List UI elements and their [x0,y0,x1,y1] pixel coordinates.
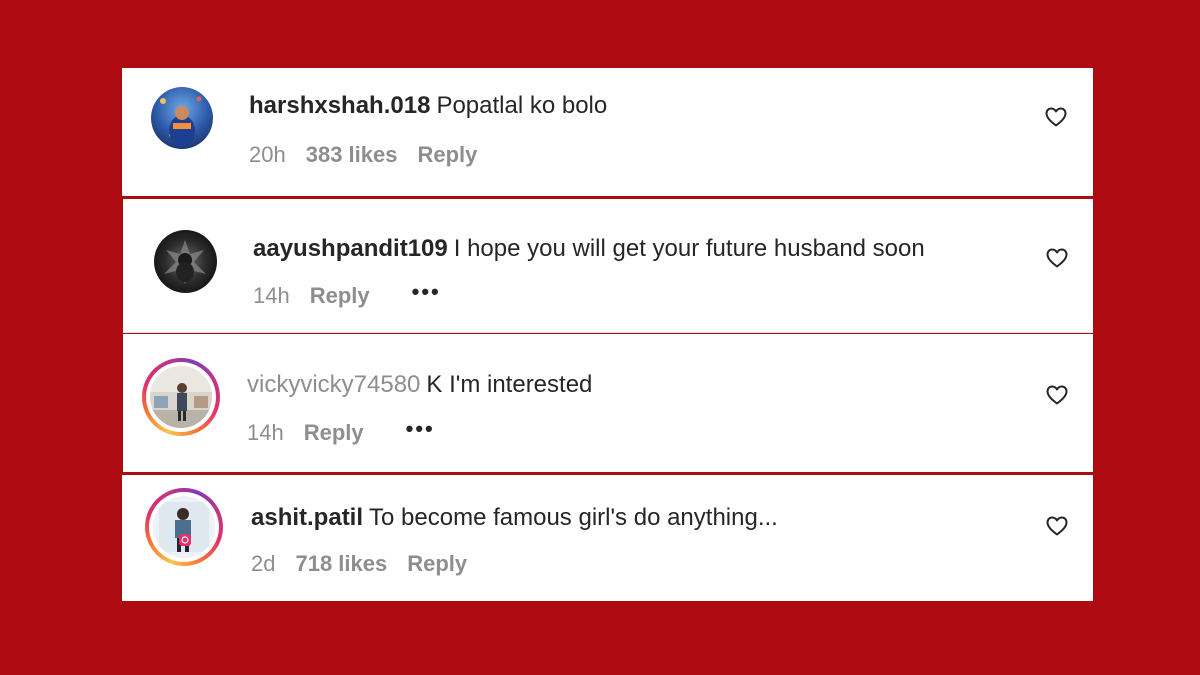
comment-text: To become famous girl's do anything... [369,504,778,531]
reply-button[interactable]: Reply [310,283,370,308]
user-avatar[interactable] [154,230,217,293]
comment-time[interactable]: 14h [253,283,290,308]
comment-time[interactable]: 14h [247,420,284,445]
comment-meta: 20h 383 likes Reply [249,142,497,168]
username[interactable]: vickyvicky74580 [247,371,420,398]
comment-text: K I'm interested [426,371,593,398]
comment-card: harshxshah.018 Popatlal ko bolo 20h 383 li… [122,68,1093,196]
more-options-icon[interactable]: ••• [406,416,435,442]
heart-icon[interactable] [1044,105,1068,129]
comment-line: vickyvicky74580 K I'm interested [247,371,592,399]
user-avatar[interactable] [150,366,212,428]
username[interactable]: aayushpandit109 [253,235,448,262]
user-avatar[interactable] [151,87,213,149]
heart-icon[interactable] [1045,246,1069,270]
reply-button[interactable]: Reply [304,420,364,445]
story-ring[interactable] [142,358,220,436]
username[interactable]: harshxshah.018 [249,92,430,119]
comment-line: aayushpandit109 I hope you will get your … [253,235,925,263]
comment-text: I hope you will get your future husband … [453,235,925,262]
more-options-icon[interactable]: ••• [412,279,441,305]
username[interactable]: ashit.patil [251,504,363,531]
comment-meta: 14h Reply ••• [253,279,461,309]
user-avatar[interactable] [153,496,215,558]
heart-icon[interactable] [1045,383,1069,407]
comment-card: vickyvicky74580 K I'm interested 14h Reply… [123,334,1093,472]
comment-meta: 14h Reply ••• [247,416,455,446]
story-ring[interactable] [145,488,223,566]
comment-card: aayushpandit109 I hope you will get your … [123,199,1093,333]
reply-button[interactable]: Reply [407,551,467,576]
reply-button[interactable]: Reply [417,142,477,167]
comment-line: harshxshah.018 Popatlal ko bolo [249,92,607,120]
comment-time[interactable]: 2d [251,551,275,576]
comment-meta: 2d 718 likes Reply [251,551,487,577]
heart-icon[interactable] [1045,514,1069,538]
likes-count[interactable]: 383 likes [306,142,398,167]
comment-line: ashit.patil To become famous girl's do an… [251,504,778,532]
comment-card: ashit.patil To become famous girl's do an… [122,475,1093,601]
comment-text: Popatlal ko bolo [436,92,608,119]
comment-time[interactable]: 20h [249,142,286,167]
likes-count[interactable]: 718 likes [295,551,387,576]
